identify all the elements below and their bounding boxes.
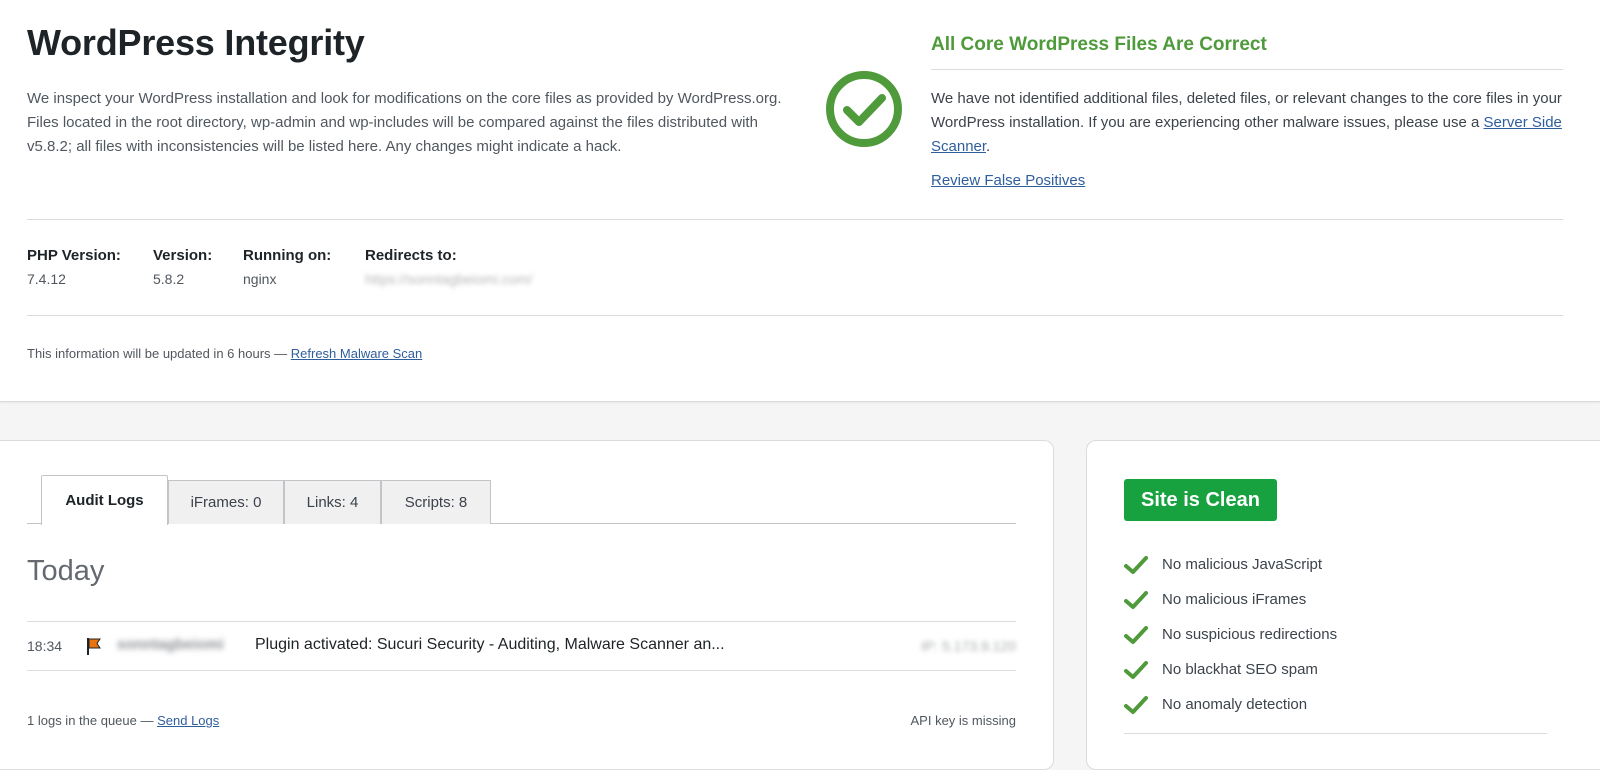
check-item: No blackhat SEO spam: [1124, 652, 1337, 687]
audit-logs-card: Audit Logs iFrames: 0 Links: 4 Scripts: …: [0, 440, 1054, 770]
tab-scripts[interactable]: Scripts: 8: [381, 480, 491, 524]
tab-iframes[interactable]: iFrames: 0: [168, 480, 284, 524]
checkmark-icon: [1124, 590, 1148, 609]
day-heading: Today: [27, 555, 105, 587]
queue-note-text: 1 logs in the queue —: [27, 713, 154, 728]
integrity-status-text: We have not identified additional files,…: [931, 87, 1571, 159]
tab-links[interactable]: Links: 4: [284, 480, 381, 524]
check-label: No malicious iFrames: [1162, 591, 1307, 608]
log-time: 18:34: [27, 638, 63, 654]
divider: [27, 315, 1563, 316]
wp-version-label: Version:: [153, 247, 213, 264]
checkmark-icon: [1124, 660, 1148, 679]
security-checks-list: No malicious JavaScript No malicious iFr…: [1124, 547, 1337, 722]
check-label: No malicious JavaScript: [1162, 556, 1323, 573]
check-item: No malicious iFrames: [1124, 582, 1337, 617]
check-item: No suspicious redirections: [1124, 617, 1337, 652]
divider: [1124, 733, 1547, 734]
api-key-note: API key is missing: [910, 713, 1016, 728]
queue-note: 1 logs in the queue — Send Logs: [27, 713, 219, 728]
send-logs-link[interactable]: Send Logs: [157, 713, 219, 728]
update-note-text: This information will be updated in 6 ho…: [27, 346, 288, 361]
divider: [27, 219, 1563, 220]
check-label: No blackhat SEO spam: [1162, 661, 1318, 678]
page-title: WordPress Integrity: [27, 22, 365, 63]
check-item: No malicious JavaScript: [1124, 547, 1337, 582]
integrity-status-title: All Core WordPress Files Are Correct: [931, 34, 1267, 55]
log-username: sonntagbeiomi: [117, 636, 224, 653]
log-message: Plugin activated: Sucuri Security - Audi…: [255, 636, 725, 653]
checkmark-icon: [1124, 695, 1148, 714]
php-version-label: PHP Version:: [27, 247, 121, 264]
flag-icon: [87, 638, 101, 655]
review-false-positives-link[interactable]: Review False Positives: [931, 172, 1085, 189]
running-on-label: Running on:: [243, 247, 332, 264]
redirects-label: Redirects to:: [365, 247, 457, 264]
tab-audit-logs[interactable]: Audit Logs: [41, 475, 168, 525]
checkmark-icon: [1124, 625, 1148, 644]
site-status-card: Site is Clean No malicious JavaScript No…: [1086, 440, 1600, 770]
wp-version-value: 5.8.2: [153, 271, 185, 287]
check-label: No suspicious redirections: [1162, 626, 1338, 643]
php-version-value: 7.4.12: [27, 271, 66, 287]
running-on-value: nginx: [243, 271, 277, 287]
check-item: No anomaly detection: [1124, 687, 1337, 722]
redirects-info: Redirects to: https://sonntagbeiomi.com/: [365, 246, 532, 290]
update-note: This information will be updated in 6 ho…: [27, 346, 422, 361]
log-ip: IP: 5.173.9.120: [921, 638, 1016, 654]
site-clean-badge: Site is Clean: [1124, 479, 1277, 521]
refresh-malware-scan-link[interactable]: Refresh Malware Scan: [291, 346, 423, 361]
audit-tabs: Audit Logs iFrames: 0 Links: 4 Scripts: …: [27, 475, 1016, 525]
checkmark-icon: [1124, 555, 1148, 574]
status-message-end: .: [986, 138, 991, 155]
wp-version-info: Version: 5.8.2: [153, 246, 212, 290]
php-version-info: PHP Version: 7.4.12: [27, 246, 121, 290]
check-label: No anomaly detection: [1162, 696, 1308, 713]
status-message: We have not identified additional files,…: [931, 90, 1562, 131]
divider: [931, 69, 1563, 70]
integrity-panel: WordPress Integrity We inspect your Word…: [0, 0, 1600, 402]
redirects-value: https://sonntagbeiomi.com/: [365, 271, 533, 287]
integrity-description: We inspect your WordPress installation a…: [27, 90, 782, 155]
audit-log-row: 18:34 sonntagbeiomi Plugin activated: Su…: [27, 621, 1016, 671]
server-info: Running on: nginx: [243, 246, 331, 290]
success-check-circle-icon: [826, 71, 902, 147]
